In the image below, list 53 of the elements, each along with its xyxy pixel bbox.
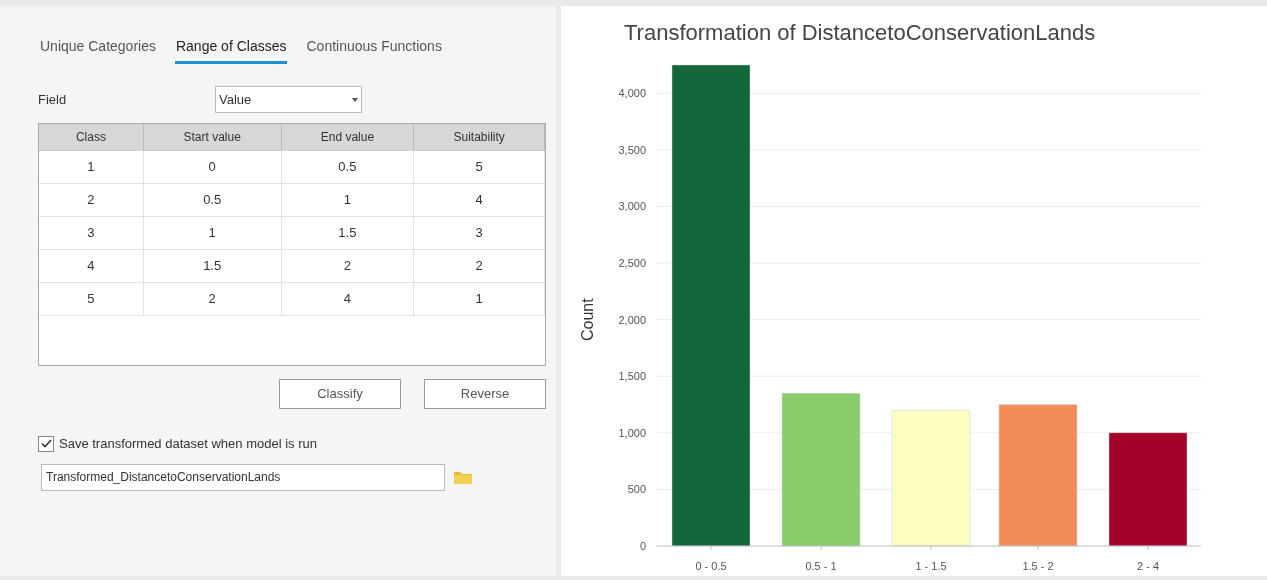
chart-title: Transformation of DistancetoConservationLands (623, 19, 1097, 47)
x-tick-label: 1.5 - 2 (1022, 560, 1054, 573)
x-tick-label: 0 - 0.5 (695, 560, 727, 573)
y-tick-label: 1,000 (618, 427, 646, 440)
table-cell: 0.5 (143, 184, 282, 216)
action-button[interactable]: Reverse (424, 379, 546, 409)
table-cell: 2 (281, 250, 415, 282)
field-label: Field (38, 90, 68, 109)
tab[interactable]: Range of Classes (174, 36, 288, 64)
y-tick-label: 1,500 (618, 370, 646, 383)
x-tick-label: 2 - 4 (1137, 560, 1159, 573)
dropdown-arrow-icon (352, 97, 358, 102)
y-axis-title: Count (579, 298, 596, 342)
column-header: Suitability (414, 124, 545, 150)
table-cell: 0.5 (281, 151, 415, 183)
checkmark-icon (40, 439, 52, 449)
table-cell: 5 (414, 151, 545, 183)
action-button[interactable]: Classify (279, 379, 401, 409)
table-cell: 1 (414, 283, 545, 315)
y-tick-label: 0 (639, 540, 646, 553)
checkbox-label: Save transformed dataset when model is run (59, 435, 317, 453)
column-header: End value (281, 124, 415, 150)
save-checkbox[interactable]: Save transformed dataset when model is run (38, 434, 545, 454)
table-cell: 0 (143, 151, 282, 183)
table-cell: 4 (39, 250, 144, 282)
table-cell: 4 (414, 184, 545, 216)
output-name-field[interactable]: Transformed_DistancetoConservationLands (41, 463, 445, 491)
table-cell: 3 (414, 217, 545, 249)
y-tick-label: 3,500 (618, 144, 646, 157)
column-header: Start value (143, 124, 282, 150)
y-tick-label: 2,000 (618, 314, 646, 327)
y-tick-label: 2,500 (618, 257, 646, 270)
tab[interactable]: Continuous Functions (305, 36, 443, 64)
column-header: Class (39, 124, 144, 150)
y-tick-label: 500 (627, 483, 646, 496)
table-cell: 2 (143, 283, 282, 315)
table-cell: 3 (39, 217, 144, 249)
y-tick-label: 3,000 (618, 200, 646, 213)
table-cell: 1 (143, 217, 282, 249)
y-tick-label: 4,000 (618, 87, 646, 100)
checkbox[interactable] (38, 435, 54, 452)
table-cell: 1 (281, 184, 415, 216)
x-tick-label: 0.5 - 1 (805, 560, 837, 573)
tab[interactable]: Unique Categories (39, 36, 157, 64)
field-dropdown[interactable]: Value (215, 86, 362, 113)
table-cell: 1.5 (281, 217, 415, 249)
table-cell: 2 (39, 184, 144, 216)
table-cell: 4 (281, 283, 415, 315)
table-cell: 1 (39, 151, 144, 183)
table-cell: 5 (39, 283, 144, 315)
table-cell: 2 (414, 250, 545, 282)
table-cell: 1.5 (143, 250, 282, 282)
x-tick-label: 1 - 1.5 (915, 560, 947, 573)
